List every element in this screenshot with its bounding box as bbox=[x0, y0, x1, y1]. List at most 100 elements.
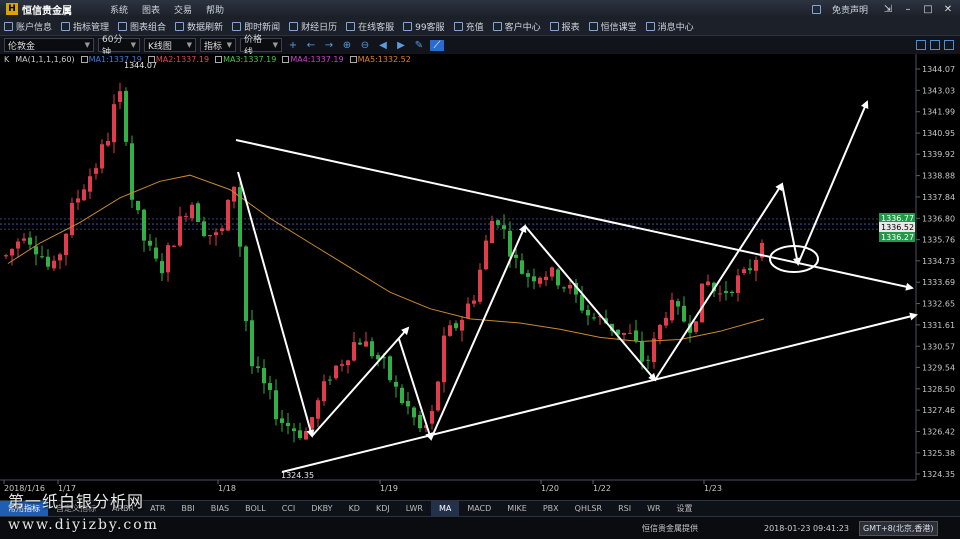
tab-mike[interactable]: MIKE bbox=[499, 501, 535, 517]
x-tick-label: 1/20 bbox=[541, 484, 559, 493]
candle-body bbox=[556, 269, 560, 286]
ma3-legend[interactable]: MA3:1337.19 bbox=[215, 55, 276, 65]
candle-body bbox=[634, 330, 638, 341]
price-tag-label: 1336.27 bbox=[881, 233, 914, 242]
refresh-icon bbox=[175, 22, 185, 31]
ma2-legend[interactable]: MA2:1337.19 bbox=[147, 55, 209, 65]
y-tick-label: 1334.73 bbox=[922, 257, 955, 266]
disclaimer-icon bbox=[811, 4, 821, 14]
scroll-right-icon[interactable]: ▶ bbox=[394, 40, 408, 51]
y-tick-label: 1325.38 bbox=[922, 449, 955, 458]
menu-trade[interactable]: 交易 bbox=[174, 3, 192, 16]
tab-lwr[interactable]: LWR bbox=[398, 501, 431, 517]
draw-line-icon[interactable]: ⟋ bbox=[430, 39, 444, 51]
menu-chart[interactable]: 图表 bbox=[142, 3, 160, 16]
ma4-legend[interactable]: MA4:1337.19 bbox=[282, 55, 344, 65]
main-toolbar: 账户信息 指标管理 图表组合 数据刷新 即时新闻 财经日历 在线客服 99客服 … bbox=[0, 18, 960, 36]
candlestick-chart[interactable]: 1344.07 1343.03 1341.99 1340.95 1339.92 1338.… bbox=[0, 54, 960, 499]
toolbar-99-service[interactable]: 99客服 bbox=[403, 20, 445, 33]
toolbar-classroom[interactable]: 恒信课堂 bbox=[588, 20, 637, 33]
tab-rsi[interactable]: RSI bbox=[610, 501, 639, 517]
toolbar-deposit[interactable]: 充值 bbox=[453, 20, 484, 33]
disclaimer-link[interactable]: 免责声明 bbox=[832, 3, 868, 16]
message-icon bbox=[645, 22, 655, 31]
tab-settings[interactable]: 设置 bbox=[669, 501, 701, 517]
candle-body bbox=[664, 317, 668, 326]
arrow-right-icon[interactable]: → bbox=[322, 40, 336, 51]
tab-bias[interactable]: BIAS bbox=[203, 501, 237, 517]
arrow-left-icon[interactable]: ← bbox=[304, 40, 318, 51]
timezone-select[interactable]: GMT+8(北京,香港) bbox=[858, 520, 938, 536]
candle-body bbox=[88, 176, 92, 192]
indicator-select[interactable]: 指标 ▼ bbox=[200, 38, 236, 52]
pen-icon[interactable]: ✎ bbox=[412, 40, 426, 51]
tab-kd[interactable]: KD bbox=[341, 501, 368, 517]
scroll-left-icon[interactable]: ◀ bbox=[376, 40, 390, 51]
tab-dkby[interactable]: DKBY bbox=[303, 501, 340, 517]
candle-body bbox=[568, 285, 572, 289]
zoom-out-icon[interactable]: ⊖ bbox=[358, 40, 372, 51]
toolbar-online-service[interactable]: 在线客服 bbox=[346, 20, 394, 33]
checkbox-icon bbox=[215, 56, 223, 63]
candle-body bbox=[388, 356, 392, 381]
candle-body bbox=[592, 317, 596, 319]
layout-split-icon[interactable] bbox=[930, 40, 940, 50]
tab-kdj[interactable]: KDJ bbox=[368, 501, 398, 517]
tab-bbi[interactable]: BBI bbox=[173, 501, 202, 517]
tab-macd[interactable]: MACD bbox=[459, 501, 499, 517]
candle-body bbox=[364, 341, 368, 347]
toolbar-account-info[interactable]: 账户信息 bbox=[4, 20, 52, 33]
candle-body bbox=[316, 400, 320, 419]
candle-body bbox=[190, 204, 194, 219]
tab-cci[interactable]: CCI bbox=[274, 501, 304, 517]
candle-body bbox=[700, 283, 704, 323]
candle-body bbox=[442, 335, 446, 383]
tab-atr[interactable]: ATR bbox=[142, 501, 173, 517]
crosshair-icon[interactable]: + bbox=[286, 40, 300, 51]
checkbox-icon bbox=[147, 56, 155, 63]
tab-pbx[interactable]: PBX bbox=[535, 501, 567, 517]
tab-wr[interactable]: WR bbox=[639, 501, 668, 517]
candle-body bbox=[538, 277, 542, 284]
candle-body bbox=[472, 300, 476, 304]
symbol-select[interactable]: 伦敦金 ▼ bbox=[4, 38, 94, 52]
candle-body bbox=[550, 267, 554, 277]
chart-type-select[interactable]: K线图 ▼ bbox=[144, 38, 196, 52]
chevron-down-icon: ▼ bbox=[130, 41, 136, 49]
candle-body bbox=[70, 202, 74, 236]
watermark-url: www.diyizby.com bbox=[8, 517, 159, 533]
toolbar-messages[interactable]: 消息中心 bbox=[645, 20, 694, 33]
tab-boll[interactable]: BOLL bbox=[237, 501, 274, 517]
maximize-icon[interactable]: □ bbox=[922, 4, 934, 15]
close-icon[interactable]: ✕ bbox=[942, 4, 954, 15]
restore-window-icon[interactable]: ⇲ bbox=[882, 4, 894, 15]
menu-system[interactable]: 系统 bbox=[110, 3, 128, 16]
ma5-legend[interactable]: MA5:1332.52 bbox=[349, 55, 411, 65]
minimize-icon[interactable]: – bbox=[902, 4, 914, 15]
price-tag-label: 1336.52 bbox=[881, 223, 914, 232]
candle-body bbox=[76, 198, 80, 203]
tab-qhlsr[interactable]: QHLSR bbox=[567, 501, 610, 517]
y-tick-label: 1341.99 bbox=[922, 108, 955, 117]
menu-help[interactable]: 帮助 bbox=[206, 3, 224, 16]
checkbox-icon bbox=[80, 56, 88, 63]
price-line-select[interactable]: 价格线 ▼ bbox=[240, 35, 282, 58]
candle-body bbox=[346, 360, 350, 366]
toolbar-calendar[interactable]: 财经日历 bbox=[289, 20, 337, 33]
zoom-in-icon[interactable]: ⊕ bbox=[340, 40, 354, 51]
toolbar-refresh[interactable]: 数据刷新 bbox=[175, 20, 223, 33]
candle-body bbox=[706, 281, 710, 286]
period-select[interactable]: 60分钟 ▼ bbox=[98, 35, 140, 58]
candle-body bbox=[58, 254, 62, 261]
tab-ma[interactable]: MA bbox=[430, 500, 460, 517]
layout-single-icon[interactable] bbox=[916, 40, 926, 50]
y-tick-label: 1339.92 bbox=[922, 150, 955, 159]
candle-body bbox=[520, 260, 524, 274]
toolbar-client-center[interactable]: 客户中心 bbox=[492, 20, 541, 33]
toolbar-report[interactable]: 报表 bbox=[549, 20, 580, 33]
ma1-legend[interactable]: MA1:1337.19 bbox=[80, 55, 142, 65]
candle-body bbox=[694, 321, 698, 332]
candle-body bbox=[304, 431, 308, 440]
candle-body bbox=[454, 323, 458, 329]
layout-grid-icon[interactable] bbox=[944, 40, 954, 50]
